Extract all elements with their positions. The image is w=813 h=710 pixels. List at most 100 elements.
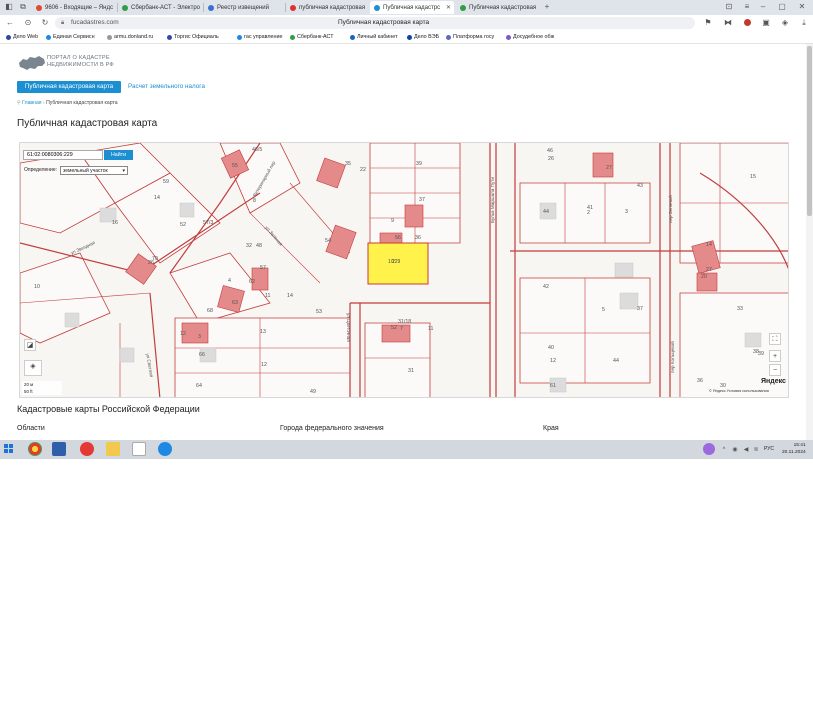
site-logo[interactable]: ПОРТАЛ О КАДАСТРЕ НЕДВИЖИМОСТИ В РФ <box>47 55 114 69</box>
bookmark-icon <box>350 34 355 40</box>
bookmark-item[interactable]: Сбербанк-АСТ <box>290 32 334 42</box>
reload-icon[interactable]: ↻ <box>40 17 50 29</box>
browser-tab-2[interactable]: Сбербанк-АСТ - Электро <box>118 1 202 14</box>
parcel-number: 44 <box>613 358 619 364</box>
browser-tab-6[interactable]: Публичная кадастровая <box>456 1 538 14</box>
close-tab-icon[interactable]: ✕ <box>446 4 451 11</box>
system-clock[interactable]: 15:41 20.11.2024 <box>782 442 806 456</box>
bookmark-icon <box>6 34 11 40</box>
scale-imperial: 50 ft <box>24 389 33 394</box>
column-territories: Края <box>543 425 559 432</box>
map-building[interactable] <box>696 272 718 292</box>
browser-tab-bar: ◧ ⧉ 9606 - Входящие – Яндс Сбербанк-АСТ … <box>0 0 813 15</box>
wifi-icon[interactable]: ≋ <box>752 444 760 456</box>
tray-chevron-icon[interactable]: ^ <box>720 444 728 456</box>
map-copyright[interactable]: © Яндекс Условия использования <box>709 389 769 393</box>
bookmark-icon <box>237 34 242 40</box>
file-explorer-app-icon[interactable] <box>106 442 120 456</box>
language-indicator[interactable]: РУС <box>764 446 774 452</box>
minimize-icon[interactable]: – <box>758 1 768 13</box>
tab-list-icon[interactable]: ⧉ <box>18 1 28 13</box>
maximize-icon[interactable]: ▢ <box>777 1 787 13</box>
parcel-number: 11 <box>265 293 271 299</box>
parcel-number: 4 <box>228 278 231 284</box>
nav-tab-land-tax[interactable]: Расчет земельного налога <box>128 81 205 93</box>
parcel-number: 53 <box>316 309 322 315</box>
bookmark-item[interactable]: Торгис Официаль <box>167 32 219 42</box>
chrome-app-icon[interactable] <box>28 442 42 456</box>
bookmark-item[interactable]: Платформа госу <box>446 32 494 42</box>
russia-map-logo-icon <box>19 56 45 70</box>
parcel-number: 55 <box>232 163 238 169</box>
bookmark-item[interactable]: гас управление <box>237 32 283 42</box>
browser-tab-4[interactable]: публичная кадастровая <box>286 1 368 14</box>
sberbank-favicon-icon <box>122 4 128 11</box>
parcel-number: 2 <box>587 210 590 216</box>
select-area-icon[interactable]: ◪ <box>24 339 36 351</box>
map-building[interactable] <box>404 204 424 228</box>
parcel-number: 62 <box>249 279 255 285</box>
search-button[interactable]: Найти <box>104 150 133 160</box>
parcel-number: 27 <box>606 165 612 171</box>
home-icon[interactable]: ⊙ <box>23 17 33 29</box>
window-menu-icon[interactable]: ◧ <box>3 1 15 13</box>
network-icon[interactable]: ◉ <box>731 444 739 456</box>
cadastral-map[interactable]: 46/5 55 59 14 35 22 16 39 52 9 37 56 36 8 10 48 57 54 62 26… <box>19 142 789 398</box>
breadcrumb-home-link[interactable]: Главная <box>22 100 41 106</box>
parcel-number: 46 <box>547 148 553 154</box>
parcel-number: 7 <box>400 326 403 332</box>
bookmark-item[interactable]: Дело Web <box>6 32 38 42</box>
assistant-icon[interactable] <box>703 443 715 455</box>
map-parcel[interactable] <box>20 252 111 344</box>
browser-tab-1[interactable]: 9606 - Входящие – Яндс <box>32 1 116 14</box>
parcel-number: 63 <box>232 300 238 306</box>
zoom-in-button[interactable]: + <box>769 350 781 362</box>
document-app-icon[interactable] <box>52 442 66 456</box>
cadastral-number-search-input[interactable] <box>23 150 103 160</box>
object-type-select[interactable]: земельный участок ▾ <box>60 166 128 175</box>
fullscreen-icon[interactable]: ⛶ <box>769 333 781 345</box>
download-icon[interactable]: ⤓ <box>799 17 809 29</box>
bookmark-item[interactable]: armu.donland.ru <box>107 32 153 42</box>
map-parcel[interactable] <box>519 182 651 244</box>
parcel-number: 16 <box>112 220 118 226</box>
map-building[interactable] <box>316 157 346 189</box>
collections-icon[interactable]: ⊡ <box>724 1 734 13</box>
parcel-number: 3 <box>625 209 628 215</box>
profile-icon[interactable] <box>744 19 751 26</box>
parcel-number: 36 <box>697 378 703 384</box>
bookmark-item[interactable]: Личный кабинет <box>350 32 398 42</box>
parcel-number: 57 <box>260 265 266 271</box>
internet-explorer-app-icon[interactable] <box>158 442 172 456</box>
back-icon[interactable]: ← <box>5 17 15 29</box>
yandex-browser-app-icon[interactable] <box>80 442 94 456</box>
bookmark-label: Дело ВЭБ <box>414 34 440 40</box>
bookmark-item[interactable]: Единая Сервисн <box>46 32 95 42</box>
zoom-out-button[interactable]: − <box>769 364 781 376</box>
volume-icon[interactable]: ◀ <box>742 444 750 456</box>
layers-icon[interactable]: ◈ <box>24 360 42 376</box>
close-window-icon[interactable]: ✕ <box>797 1 807 13</box>
bookmark-icon[interactable]: ⚑ <box>703 17 713 29</box>
notepad-app-icon[interactable] <box>132 442 146 456</box>
mode-label: Определение: <box>24 167 58 173</box>
menu-icon[interactable]: ≡ <box>742 1 752 13</box>
browser-tab-5-active[interactable]: Публичная кадастрс ✕ <box>370 1 454 14</box>
new-tab-button[interactable]: + <box>541 1 553 13</box>
url-field[interactable]: 🔒︎ fucadastres.com Публичная кадастровая… <box>55 17 695 29</box>
map-structure <box>64 312 80 328</box>
windows-start-icon[interactable] <box>4 444 14 454</box>
nav-tab-public-map[interactable]: Публичная кадастровая карта <box>17 81 121 93</box>
parcel-number: 8 <box>253 198 256 204</box>
extension-icon[interactable]: ▣ <box>761 17 771 29</box>
scrollbar-thumb[interactable] <box>807 46 812 216</box>
bookmark-icon <box>407 34 412 40</box>
map-structure <box>179 202 195 218</box>
bookmark-item[interactable]: Досудебное обж <box>506 32 554 42</box>
shield-icon[interactable]: ◈ <box>780 17 790 29</box>
extensions-icon[interactable]: ⧓ <box>723 17 733 29</box>
parcel-number: 43 <box>637 183 643 189</box>
browser-tab-3[interactable]: Реестр извещений <box>204 1 284 14</box>
yandex-logo[interactable]: Яндекс <box>761 378 786 385</box>
bookmark-item[interactable]: Дело ВЭБ <box>407 32 439 42</box>
